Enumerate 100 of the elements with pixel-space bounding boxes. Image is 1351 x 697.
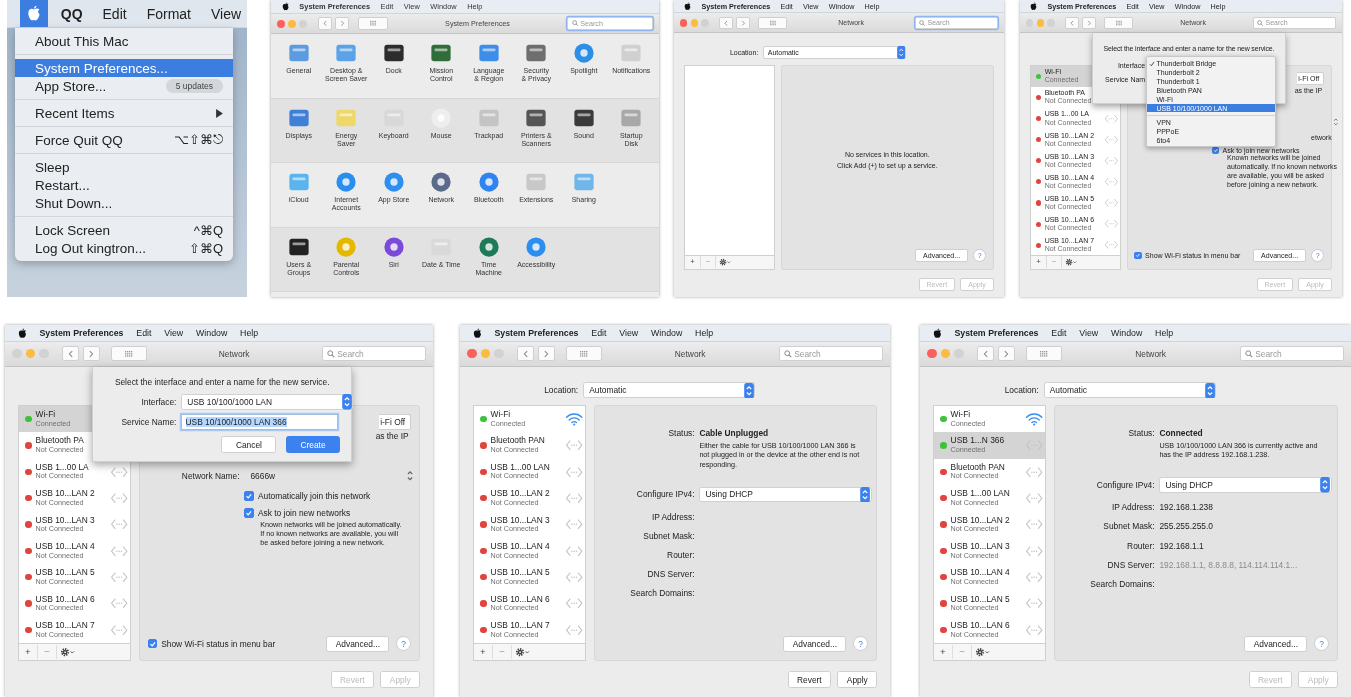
- menu-bar-item[interactable]: QQ: [60, 5, 83, 22]
- forward-button[interactable]: [997, 346, 1016, 362]
- wifi-icon: [1025, 411, 1044, 427]
- location-popup[interactable]: Automatic: [1043, 382, 1216, 399]
- close-button[interactable]: [276, 19, 285, 28]
- menu-bar-item[interactable]: Edit: [1051, 327, 1067, 338]
- advanced-button[interactable]: Advanced...: [1244, 635, 1308, 652]
- minimize-button[interactable]: [940, 348, 951, 359]
- apple-icon: [472, 327, 482, 339]
- advanced-button[interactable]: Advanced...: [783, 635, 847, 652]
- service-name: USB 10...LAN 3: [490, 515, 550, 526]
- checkbox[interactable]: [1134, 251, 1142, 260]
- forward-button[interactable]: [1082, 16, 1097, 29]
- close-button[interactable]: [927, 348, 937, 359]
- apply-button[interactable]: Apply: [837, 671, 878, 688]
- menu-item[interactable]: System Preferences...: [15, 59, 233, 77]
- menu-bar-item[interactable]: System Preferences: [39, 327, 124, 338]
- ethernet-icon: [1104, 239, 1119, 251]
- menu-item[interactable]: Restart...: [15, 176, 233, 194]
- forward-button[interactable]: [82, 346, 101, 362]
- menu-bar-item[interactable]: Format: [146, 5, 191, 22]
- menu-bar-item[interactable]: Window: [651, 327, 683, 338]
- menu-bar-item[interactable]: Help: [240, 327, 259, 338]
- back-button[interactable]: [976, 346, 995, 362]
- minimize-button[interactable]: [288, 19, 297, 28]
- back-button[interactable]: [61, 346, 80, 362]
- dialog-button[interactable]: Cancel: [221, 436, 277, 453]
- field-label: Router:: [1126, 540, 1155, 551]
- menu-item[interactable]: About This Mac: [15, 32, 233, 50]
- forward-button[interactable]: [736, 16, 751, 29]
- service-name: USB 1...N 366: [950, 436, 1005, 446]
- show-all-button[interactable]: [110, 346, 147, 362]
- field-label: Router:: [666, 550, 695, 560]
- service-name: USB 10...LAN 6: [490, 594, 550, 605]
- forward-button[interactable]: [334, 17, 350, 30]
- field-value: 192.168.1.238: [1159, 502, 1214, 513]
- menu-item[interactable]: Shut Down...: [15, 194, 233, 212]
- preference-icon: [477, 171, 500, 194]
- service-name: USB 1...00 LAN: [950, 489, 1010, 499]
- menu-bar-item[interactable]: Help: [695, 327, 714, 338]
- close-button[interactable]: [467, 348, 477, 359]
- menu-bar-item[interactable]: Help: [1155, 327, 1174, 338]
- help-button[interactable]: ?: [852, 635, 869, 652]
- menu-bar-item[interactable]: Edit: [136, 327, 152, 338]
- menu-item[interactable]: Lock Screen ^⌘Q: [15, 221, 233, 239]
- interface-popup[interactable]: USB 10/100/1000 LAN: [181, 394, 354, 411]
- menu-item[interactable]: Force Quit QQ ⌥⇧⌘⎋: [15, 131, 233, 149]
- menu-bar-item[interactable]: Edit: [102, 5, 127, 22]
- show-all-button[interactable]: [358, 17, 388, 30]
- chevron-left-icon: [66, 349, 75, 358]
- checkbox[interactable]: [244, 491, 254, 501]
- show-all-button[interactable]: [758, 16, 788, 29]
- add-button[interactable]: +: [933, 644, 954, 659]
- dialog-button[interactable]: Create: [286, 436, 340, 453]
- menu-item[interactable]: Sleep: [15, 158, 233, 176]
- checkbox[interactable]: [147, 638, 158, 649]
- minimize-button[interactable]: [1036, 19, 1045, 27]
- menu-item[interactable]: Recent Items: [15, 104, 233, 122]
- back-button[interactable]: [719, 16, 734, 29]
- network-name-popup[interactable]: 6666w: [244, 467, 417, 484]
- back-button[interactable]: [317, 17, 333, 30]
- add-button[interactable]: +: [18, 644, 39, 659]
- location-popup[interactable]: Automatic: [583, 382, 756, 399]
- keyboard-shortcut: ⇧⌘Q: [188, 240, 223, 256]
- help-button[interactable]: ?: [395, 635, 412, 652]
- menu-bar-item[interactable]: View: [619, 327, 639, 338]
- help-button[interactable]: ?: [1313, 635, 1330, 652]
- back-button[interactable]: [1065, 16, 1080, 29]
- grid-icon: [369, 20, 377, 27]
- wifi-power-button[interactable]: i-Fi Off: [378, 413, 412, 430]
- minimize-button[interactable]: [690, 19, 699, 27]
- show-all-button[interactable]: [565, 346, 602, 362]
- show-all-button[interactable]: [1104, 16, 1134, 29]
- show-all-button[interactable]: [1025, 346, 1062, 362]
- menu-bar-item[interactable]: Edit: [591, 327, 607, 338]
- revert-button[interactable]: Revert: [787, 671, 832, 688]
- search-icon: [919, 19, 926, 27]
- checkbox[interactable]: [244, 508, 254, 519]
- close-button[interactable]: [679, 19, 688, 27]
- popup-button[interactable]: Using DHCP: [699, 486, 872, 503]
- menu-item[interactable]: App Store... 5 updates: [15, 77, 233, 95]
- advanced-button[interactable]: Advanced...: [326, 635, 390, 652]
- menu-bar-item[interactable]: Window: [196, 327, 228, 338]
- menu-bar-item[interactable]: View: [1079, 327, 1099, 338]
- menu-bar-item[interactable]: System Preferences: [954, 327, 1039, 338]
- search-icon: [783, 349, 792, 358]
- menu-item[interactable]: Log Out kingtron... ⇧⌘Q: [15, 239, 233, 257]
- back-button[interactable]: [516, 346, 535, 362]
- popup-button[interactable]: Using DHCP: [1159, 477, 1332, 494]
- service-name-field[interactable]: USB 10/100/1000 LAN 366: [181, 414, 338, 431]
- menu-bar-item[interactable]: View: [211, 5, 242, 22]
- ethernet-icon: [1025, 464, 1044, 479]
- minimize-button[interactable]: [25, 348, 36, 359]
- field-label: Search Domains:: [629, 588, 695, 599]
- forward-button[interactable]: [537, 346, 556, 362]
- menu-bar-item[interactable]: Window: [1111, 327, 1143, 338]
- menu-bar-item[interactable]: System Preferences: [494, 327, 579, 338]
- menu-bar-item[interactable]: View: [164, 327, 184, 338]
- add-button[interactable]: +: [473, 644, 494, 659]
- minimize-button[interactable]: [480, 348, 491, 359]
